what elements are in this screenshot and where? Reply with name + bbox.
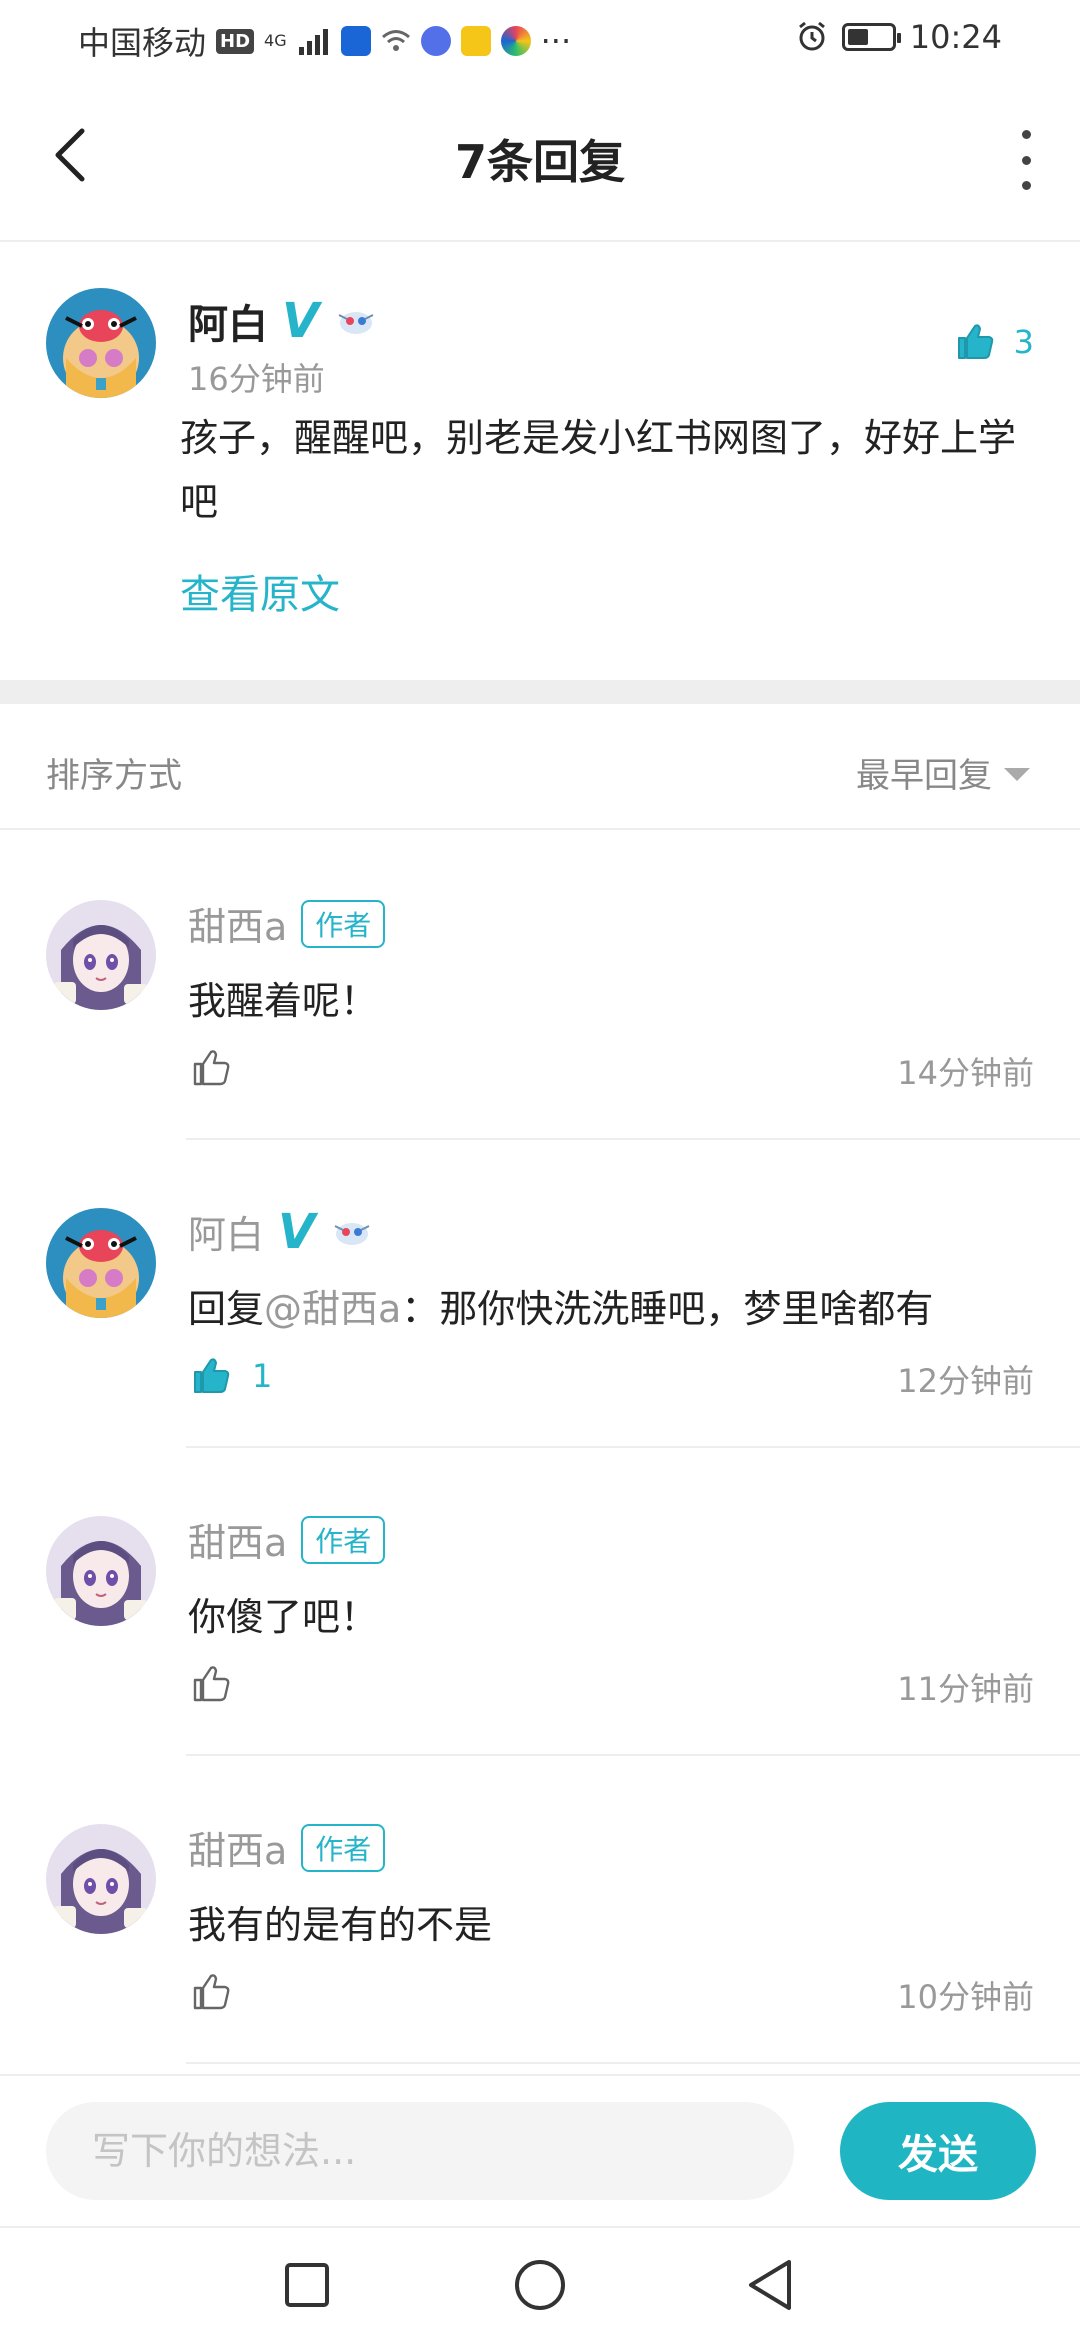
- reply-timestamp: 11分钟前: [897, 1670, 1034, 1708]
- comment-timestamp: 16分钟前: [188, 360, 325, 398]
- circle-icon: [515, 2260, 565, 2310]
- home-button[interactable]: [505, 2250, 575, 2320]
- verified-badge-icon: V: [278, 1203, 316, 1260]
- username[interactable]: 阿白: [188, 1204, 264, 1259]
- status-bar-right: 10:24: [796, 18, 1002, 56]
- like-button[interactable]: [188, 1662, 234, 1706]
- username[interactable]: 甜西a: [188, 1512, 287, 1567]
- reply-text: 回复@甜西a：那你快洗洗睡吧，梦里啥都有: [188, 1278, 933, 1333]
- mascot-badge-icon: [334, 1222, 370, 1245]
- reply-item: 甜西a 作者 你傻了吧！ 11分钟前: [0, 1448, 1080, 1756]
- thumbs-up-icon: [194, 1358, 230, 1393]
- network-type-label: 4G: [264, 31, 287, 50]
- sort-row: 排序方式 最早回复: [0, 704, 1080, 830]
- reply-text: 你傻了吧！: [188, 1595, 379, 1639]
- caret-down-icon: [1004, 768, 1030, 781]
- reply-divider: [186, 2062, 1080, 2064]
- triangle-back-icon: [749, 2260, 791, 2310]
- main-comment: 阿白 V 16分钟前 3 孩子，醒醒吧，别老是发小红书网图了，好好上学吧 查看原…: [0, 242, 1080, 680]
- system-nav-bar: [0, 2226, 1080, 2340]
- send-button[interactable]: 发送: [840, 2102, 1036, 2200]
- square-icon: [285, 2263, 329, 2307]
- status-bar: 中国移动 HD 4G ··· 10:24: [0, 0, 1080, 72]
- view-original-link[interactable]: 查看原文: [180, 562, 340, 620]
- author-badge: 作者: [301, 1515, 386, 1564]
- weibo-icon: [460, 26, 491, 56]
- thumbs-up-icon: [193, 1050, 230, 1086]
- sort-label: 排序方式: [46, 756, 182, 796]
- like-button[interactable]: [188, 1046, 234, 1090]
- reply-timestamp: 10分钟前: [897, 1978, 1034, 2016]
- comment-text: 孩子，醒醒吧，别老是发小红书网图了，好好上学吧: [180, 416, 1017, 524]
- reply-name-row: 甜西a 作者: [188, 1512, 386, 1567]
- app2-icon: [500, 26, 531, 56]
- like-button[interactable]: 3: [952, 320, 1034, 364]
- reply-name-row: 甜西a 作者: [188, 896, 386, 951]
- reply-text: 我醒着呢！: [188, 979, 379, 1023]
- thumbs-up-icon: [957, 324, 993, 359]
- comment-input[interactable]: [46, 2102, 794, 2200]
- sort-value-label: 最早回复: [856, 756, 992, 796]
- like-button[interactable]: [188, 1970, 234, 2014]
- mascot-badge-icon: [338, 312, 374, 334]
- reply-timestamp: 14分钟前: [897, 1054, 1034, 1092]
- reply-item: 甜西a 作者 我醒着呢！ 14分钟前: [0, 832, 1080, 1140]
- wifi-icon: [381, 28, 411, 54]
- battery-icon: [841, 23, 901, 51]
- more-icon: ···: [540, 22, 572, 60]
- avatar[interactable]: [46, 288, 156, 398]
- avatar[interactable]: [46, 1208, 156, 1318]
- page-title: 7条回复: [454, 135, 625, 189]
- reply-item: 甜西a 作者 我有的是有的不是 10分钟前: [0, 1756, 1080, 2064]
- header: 7条回复: [0, 90, 1080, 240]
- username[interactable]: 甜西a: [188, 1820, 287, 1875]
- author-badge: 作者: [301, 1823, 386, 1872]
- more-vertical-icon: [1021, 130, 1031, 139]
- carrier-label: 中国移动: [78, 24, 207, 62]
- reply-item: 阿白 V 回复@甜西a：那你快洗洗睡吧，梦里啥都有 1 12分钟前: [0, 1140, 1080, 1448]
- username[interactable]: 阿白: [188, 292, 268, 350]
- reply-prefix: 回复: [188, 1287, 265, 1331]
- reply-body: ：那你快洗洗睡吧，梦里啥都有: [401, 1287, 934, 1331]
- status-bar-left: 中国移动 HD 4G ···: [78, 18, 571, 64]
- section-divider: [0, 680, 1080, 704]
- thumbs-up-icon: [193, 1974, 230, 2010]
- app-icon: [340, 26, 371, 56]
- avatar[interactable]: [46, 1516, 156, 1626]
- hd-icon: HD: [216, 28, 255, 54]
- signal-icon: [297, 27, 331, 55]
- music-icon: [420, 26, 451, 56]
- verified-badge-icon: V: [282, 293, 320, 349]
- reply-name-row: 阿白 V: [188, 1204, 375, 1259]
- username[interactable]: 甜西a: [188, 896, 287, 951]
- author-badge: 作者: [301, 899, 386, 948]
- clock-time: 10:24: [909, 18, 1002, 56]
- more-options-button[interactable]: [1016, 130, 1036, 190]
- mention-link[interactable]: @甜西a: [264, 1287, 401, 1331]
- back-nav-button[interactable]: [735, 2250, 805, 2320]
- like-count: 3: [1013, 323, 1034, 361]
- avatar[interactable]: [46, 900, 156, 1010]
- main-comment-name-row: 阿白 V: [188, 292, 379, 350]
- sort-dropdown[interactable]: 最早回复: [856, 748, 1030, 797]
- reply-text: 我有的是有的不是: [188, 1903, 493, 1947]
- thumbs-up-icon: [193, 1666, 230, 1702]
- like-count: 1: [252, 1357, 273, 1395]
- like-button[interactable]: 1: [188, 1354, 272, 1398]
- reply-name-row: 甜西a 作者: [188, 1820, 386, 1875]
- recents-button[interactable]: [272, 2250, 342, 2320]
- alarm-icon: [796, 21, 828, 53]
- avatar[interactable]: [46, 1824, 156, 1934]
- comment-input-bar: 发送: [0, 2074, 1080, 2224]
- reply-timestamp: 12分钟前: [897, 1362, 1034, 1400]
